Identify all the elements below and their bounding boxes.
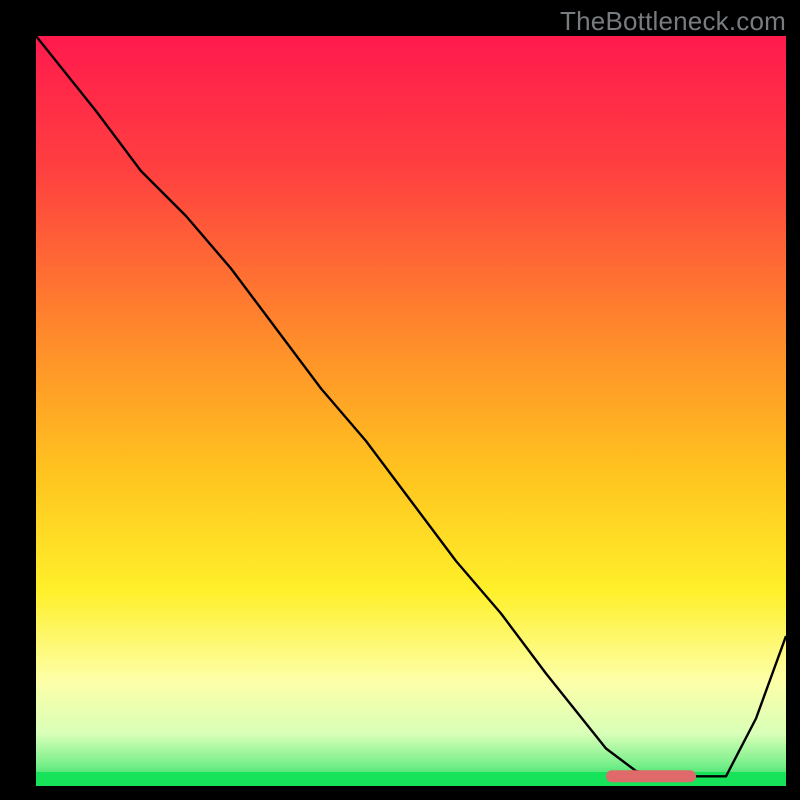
optimal-zone-marker <box>606 770 696 782</box>
chart-svg <box>36 36 786 786</box>
plot-area <box>36 36 786 786</box>
chart-frame: TheBottleneck.com <box>0 0 800 800</box>
bottleneck-curve-line <box>36 36 786 776</box>
watermark-label: TheBottleneck.com <box>560 6 786 37</box>
